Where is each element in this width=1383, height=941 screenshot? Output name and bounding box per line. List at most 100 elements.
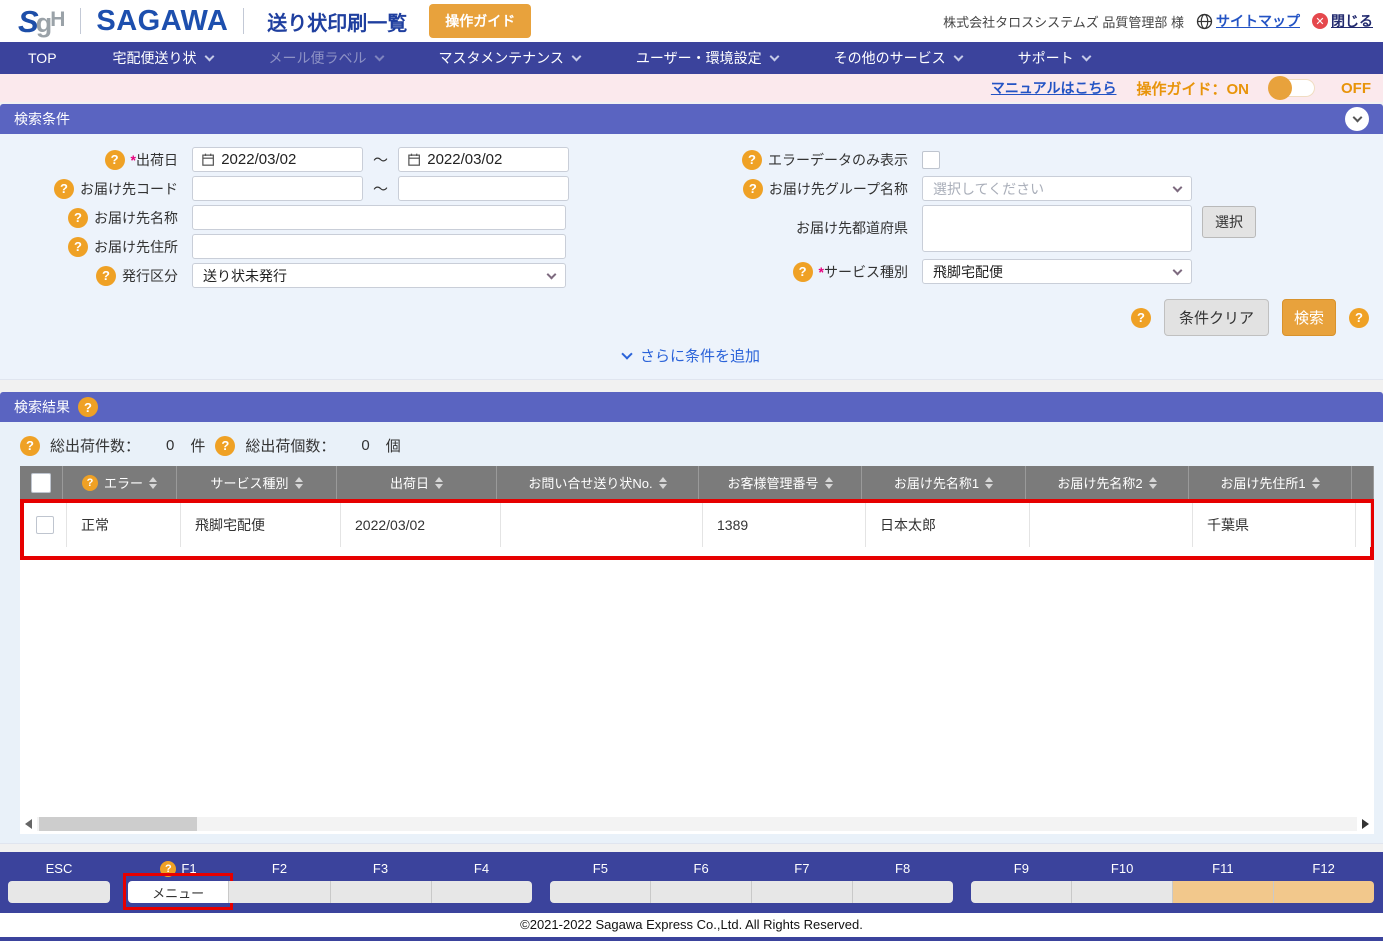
column-header-error[interactable]: ?エラー (63, 466, 177, 499)
manual-link[interactable]: マニュアルはこちら (991, 78, 1117, 98)
scrollbar-track[interactable] (37, 817, 1357, 831)
range-separator: ～ (373, 149, 388, 170)
fkey-label-f12: F12 (1273, 861, 1374, 876)
fkey-button-f5[interactable] (550, 881, 651, 903)
help-icon[interactable]: ? (215, 436, 235, 456)
select-all-checkbox[interactable] (31, 473, 51, 493)
help-icon[interactable]: ? (1131, 308, 1151, 328)
chevron-down-icon (769, 51, 779, 61)
search-button[interactable]: 検索 (1282, 299, 1336, 336)
globe-icon (1196, 13, 1213, 30)
ship-date-to-input[interactable] (427, 151, 559, 168)
guide-toggle[interactable] (1271, 79, 1315, 97)
dest-address-label: お届け先住所 (94, 237, 178, 257)
row-checkbox[interactable] (36, 516, 54, 534)
column-header-dest-name1[interactable]: お届け先名称1 (862, 466, 1026, 499)
help-icon[interactable]: ? (96, 266, 116, 286)
pref-select-button[interactable]: 選択 (1202, 206, 1256, 238)
ship-date-from-field[interactable] (192, 147, 363, 172)
fkey-button-f7[interactable] (752, 881, 853, 903)
dest-name-label: お届け先名称 (94, 208, 178, 228)
column-header-clipped[interactable] (1352, 466, 1374, 499)
sitemap-link[interactable]: サイトマップ (1196, 11, 1300, 31)
column-header-dest-name2[interactable]: お届け先名称2 (1026, 466, 1189, 499)
fkey-label-f2: F2 (229, 861, 330, 876)
scroll-left-arrow[interactable] (25, 819, 32, 829)
fkey-button-f1-menu[interactable]: メニュー (128, 881, 229, 903)
sort-icon (435, 477, 443, 489)
fkey-button-f6[interactable] (651, 881, 752, 903)
service-type-select[interactable]: 飛脚宅配便 (922, 259, 1192, 284)
help-icon[interactable]: ? (82, 475, 98, 491)
scroll-right-arrow[interactable] (1362, 819, 1369, 829)
annotation-red-frame: 正常 飛脚宅配便 2022/03/02 1389 日本太郎 千葉県 5 (20, 499, 1374, 560)
fkey-button-f2[interactable] (229, 881, 330, 903)
sort-icon (659, 477, 667, 489)
help-icon[interactable]: ? (105, 150, 125, 170)
range-separator: ～ (373, 178, 388, 199)
operation-guide-button[interactable]: 操作ガイド (429, 4, 531, 38)
cell-tracking-no (501, 503, 703, 547)
fkey-button-f4[interactable] (432, 881, 532, 903)
results-panel-body: ? 総出荷件数：0件 ? 総出荷個数：0個 ?エラー サービス種別 出荷日 お問… (0, 422, 1383, 844)
dest-name-input[interactable] (192, 205, 566, 230)
scrollbar-thumb[interactable] (39, 817, 197, 831)
nav-item-other-services[interactable]: その他のサービス (834, 48, 962, 68)
sagawa-brand: SAGAWA (96, 7, 228, 36)
column-header-customer-no[interactable]: お客様管理番号 (699, 466, 862, 499)
results-table: ?エラー サービス種別 出荷日 お問い合せ送り状No. お客様管理番号 お届け先… (20, 466, 1374, 834)
dest-pref-label: お届け先都道府県 (796, 218, 908, 238)
help-icon[interactable]: ? (20, 436, 40, 456)
cell-ship-date: 2022/03/02 (341, 503, 501, 547)
cell-customer-no: 1389 (703, 503, 866, 547)
dest-group-select[interactable]: 選択してください (922, 176, 1192, 201)
help-icon[interactable]: ? (78, 397, 98, 417)
fkey-button-f8[interactable] (853, 881, 953, 903)
nav-item-takuhaibin-okurijo[interactable]: 宅配便送り状 (113, 48, 213, 68)
cell-dest-name1: 日本太郎 (866, 503, 1030, 547)
dest-pref-textarea[interactable] (922, 205, 1192, 252)
horizontal-scrollbar (20, 814, 1374, 834)
help-icon[interactable]: ? (68, 208, 88, 228)
nav-item-top[interactable]: TOP (28, 50, 57, 66)
fkey-button-f12[interactable] (1274, 881, 1374, 903)
nav-item-master-maintenance[interactable]: マスタメンテナンス (439, 48, 580, 68)
fkey-button-f3[interactable] (331, 881, 432, 903)
search-panel-body: ?*出荷日 ～ ?お届け先コード (0, 134, 1383, 380)
help-icon[interactable]: ? (743, 179, 763, 199)
chevron-down-icon (953, 51, 963, 61)
help-icon[interactable]: ? (68, 237, 88, 257)
fkey-button-f9[interactable] (971, 881, 1072, 903)
issue-type-select[interactable]: 送り状未発行 (192, 263, 566, 288)
fkey-button-f11[interactable] (1173, 881, 1274, 903)
close-link[interactable]: ✕ 閉じる (1312, 11, 1373, 31)
dest-code-from-input[interactable] (192, 176, 363, 201)
column-header-tracking-no[interactable]: お問い合せ送り状No. (497, 466, 699, 499)
ship-date-from-input[interactable] (221, 151, 353, 168)
clear-conditions-button[interactable]: 条件クリア (1164, 299, 1269, 336)
dest-address-input[interactable] (192, 234, 566, 259)
table-row[interactable]: 正常 飛脚宅配便 2022/03/02 1389 日本太郎 千葉県 5 (24, 503, 1370, 547)
help-icon[interactable]: ? (1349, 308, 1369, 328)
collapse-panel-button[interactable] (1345, 107, 1369, 131)
error-only-label: エラーデータのみ表示 (768, 150, 908, 170)
error-only-checkbox[interactable] (922, 151, 940, 169)
add-condition-link[interactable]: さらに条件を追加 (0, 336, 1383, 377)
help-icon[interactable]: ? (54, 179, 74, 199)
nav-item-support[interactable]: サポート (1018, 48, 1090, 68)
fkey-button-esc[interactable] (8, 881, 110, 903)
select-all-header (20, 466, 63, 499)
help-icon[interactable]: ? (793, 262, 813, 282)
fkey-button-f10[interactable] (1072, 881, 1173, 903)
dest-code-to-input[interactable] (398, 176, 569, 201)
help-icon[interactable]: ? (742, 150, 762, 170)
column-header-ship-date[interactable]: 出荷日 (337, 466, 497, 499)
column-header-service[interactable]: サービス種別 (177, 466, 337, 499)
help-icon[interactable]: ? (160, 861, 176, 877)
column-header-dest-addr1[interactable]: お届け先住所1 (1189, 466, 1352, 499)
cell-clipped: 5 (1356, 503, 1371, 547)
nav-item-user-settings[interactable]: ユーザー・環境設定 (636, 48, 778, 68)
ship-date-to-field[interactable] (398, 147, 569, 172)
search-conditions-panel: 検索条件 ?*出荷日 ～ (0, 104, 1383, 380)
chevron-down-icon (621, 348, 632, 359)
